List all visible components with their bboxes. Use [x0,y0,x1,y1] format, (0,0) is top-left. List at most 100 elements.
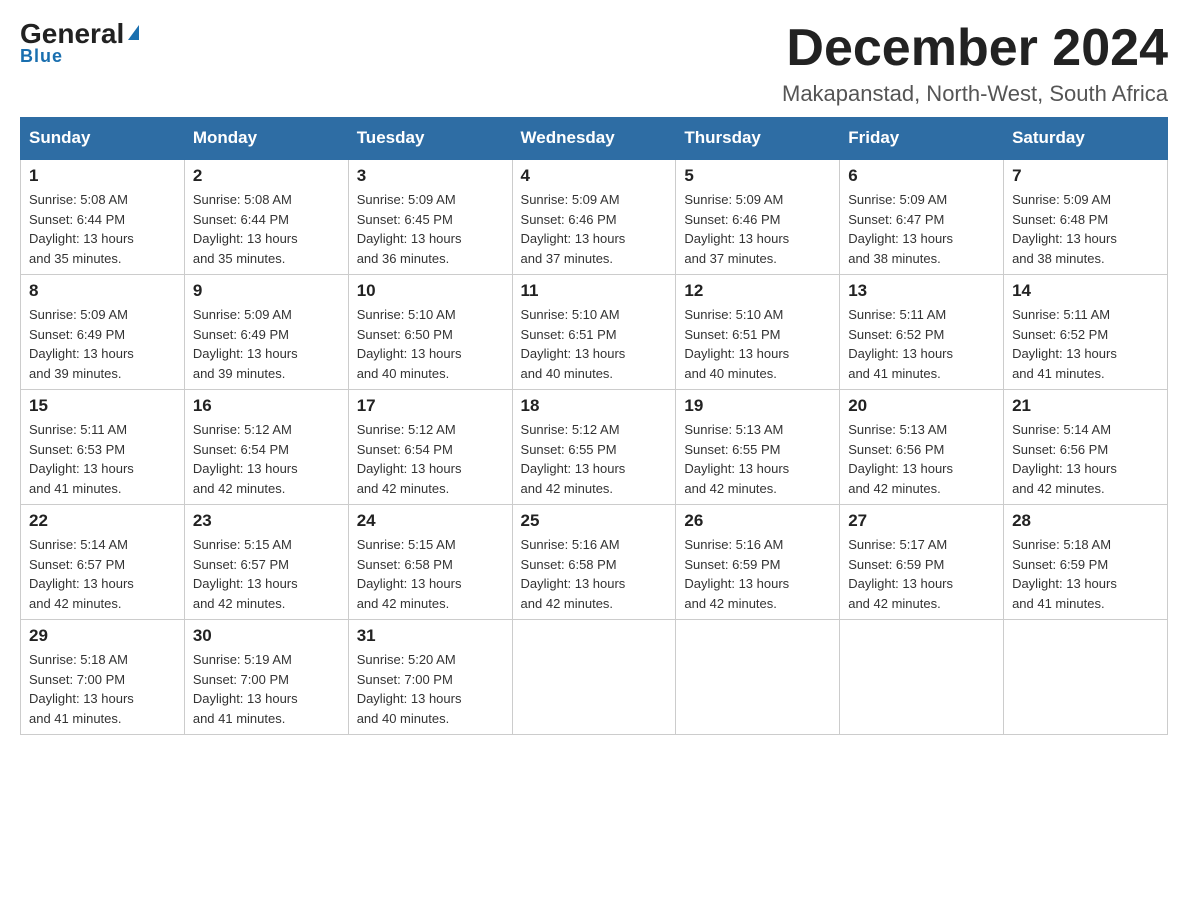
day-info: Sunrise: 5:09 AMSunset: 6:47 PMDaylight:… [848,192,953,266]
calendar-day-cell: 11 Sunrise: 5:10 AMSunset: 6:51 PMDaylig… [512,275,676,390]
day-number: 14 [1012,281,1159,301]
calendar-day-cell: 20 Sunrise: 5:13 AMSunset: 6:56 PMDaylig… [840,390,1004,505]
calendar-day-cell [512,620,676,735]
day-info: Sunrise: 5:12 AMSunset: 6:55 PMDaylight:… [521,422,626,496]
day-info: Sunrise: 5:19 AMSunset: 7:00 PMDaylight:… [193,652,298,726]
calendar-table: SundayMondayTuesdayWednesdayThursdayFrid… [20,117,1168,735]
page-title: December 2024 [782,20,1168,77]
day-info: Sunrise: 5:14 AMSunset: 6:56 PMDaylight:… [1012,422,1117,496]
day-info: Sunrise: 5:18 AMSunset: 7:00 PMDaylight:… [29,652,134,726]
logo-triangle-icon [128,25,139,40]
day-info: Sunrise: 5:15 AMSunset: 6:58 PMDaylight:… [357,537,462,611]
logo: General Blue [20,20,139,67]
calendar-day-cell: 7 Sunrise: 5:09 AMSunset: 6:48 PMDayligh… [1004,159,1168,275]
calendar-week-row: 22 Sunrise: 5:14 AMSunset: 6:57 PMDaylig… [21,505,1168,620]
day-number: 5 [684,166,831,186]
calendar-week-row: 8 Sunrise: 5:09 AMSunset: 6:49 PMDayligh… [21,275,1168,390]
day-info: Sunrise: 5:12 AMSunset: 6:54 PMDaylight:… [193,422,298,496]
day-info: Sunrise: 5:11 AMSunset: 6:53 PMDaylight:… [29,422,134,496]
day-number: 11 [521,281,668,301]
calendar-day-cell: 26 Sunrise: 5:16 AMSunset: 6:59 PMDaylig… [676,505,840,620]
day-info: Sunrise: 5:12 AMSunset: 6:54 PMDaylight:… [357,422,462,496]
day-number: 30 [193,626,340,646]
calendar-day-cell: 21 Sunrise: 5:14 AMSunset: 6:56 PMDaylig… [1004,390,1168,505]
day-number: 7 [1012,166,1159,186]
weekday-header-friday: Friday [840,118,1004,160]
day-number: 29 [29,626,176,646]
weekday-header-sunday: Sunday [21,118,185,160]
calendar-day-cell: 19 Sunrise: 5:13 AMSunset: 6:55 PMDaylig… [676,390,840,505]
logo-blue: Blue [20,46,63,67]
calendar-day-cell: 29 Sunrise: 5:18 AMSunset: 7:00 PMDaylig… [21,620,185,735]
calendar-day-cell: 3 Sunrise: 5:09 AMSunset: 6:45 PMDayligh… [348,159,512,275]
calendar-day-cell: 16 Sunrise: 5:12 AMSunset: 6:54 PMDaylig… [184,390,348,505]
weekday-header-tuesday: Tuesday [348,118,512,160]
calendar-day-cell: 31 Sunrise: 5:20 AMSunset: 7:00 PMDaylig… [348,620,512,735]
day-number: 20 [848,396,995,416]
day-info: Sunrise: 5:16 AMSunset: 6:58 PMDaylight:… [521,537,626,611]
calendar-day-cell [676,620,840,735]
day-info: Sunrise: 5:11 AMSunset: 6:52 PMDaylight:… [1012,307,1117,381]
day-number: 22 [29,511,176,531]
calendar-day-cell: 15 Sunrise: 5:11 AMSunset: 6:53 PMDaylig… [21,390,185,505]
day-info: Sunrise: 5:13 AMSunset: 6:55 PMDaylight:… [684,422,789,496]
weekday-header-monday: Monday [184,118,348,160]
calendar-day-cell: 18 Sunrise: 5:12 AMSunset: 6:55 PMDaylig… [512,390,676,505]
day-number: 1 [29,166,176,186]
page-header: General Blue December 2024 Makapanstad, … [20,20,1168,107]
day-info: Sunrise: 5:13 AMSunset: 6:56 PMDaylight:… [848,422,953,496]
day-number: 26 [684,511,831,531]
day-number: 10 [357,281,504,301]
day-info: Sunrise: 5:10 AMSunset: 6:51 PMDaylight:… [684,307,789,381]
day-info: Sunrise: 5:10 AMSunset: 6:50 PMDaylight:… [357,307,462,381]
day-number: 27 [848,511,995,531]
calendar-day-cell: 17 Sunrise: 5:12 AMSunset: 6:54 PMDaylig… [348,390,512,505]
calendar-day-cell: 9 Sunrise: 5:09 AMSunset: 6:49 PMDayligh… [184,275,348,390]
day-number: 12 [684,281,831,301]
day-info: Sunrise: 5:09 AMSunset: 6:45 PMDaylight:… [357,192,462,266]
calendar-day-cell: 28 Sunrise: 5:18 AMSunset: 6:59 PMDaylig… [1004,505,1168,620]
day-number: 18 [521,396,668,416]
day-number: 17 [357,396,504,416]
calendar-day-cell: 8 Sunrise: 5:09 AMSunset: 6:49 PMDayligh… [21,275,185,390]
day-number: 2 [193,166,340,186]
day-number: 28 [1012,511,1159,531]
day-info: Sunrise: 5:09 AMSunset: 6:48 PMDaylight:… [1012,192,1117,266]
day-number: 8 [29,281,176,301]
day-info: Sunrise: 5:15 AMSunset: 6:57 PMDaylight:… [193,537,298,611]
day-info: Sunrise: 5:09 AMSunset: 6:49 PMDaylight:… [193,307,298,381]
weekday-header-saturday: Saturday [1004,118,1168,160]
day-number: 4 [521,166,668,186]
calendar-day-cell: 12 Sunrise: 5:10 AMSunset: 6:51 PMDaylig… [676,275,840,390]
calendar-day-cell: 5 Sunrise: 5:09 AMSunset: 6:46 PMDayligh… [676,159,840,275]
day-info: Sunrise: 5:09 AMSunset: 6:49 PMDaylight:… [29,307,134,381]
day-info: Sunrise: 5:17 AMSunset: 6:59 PMDaylight:… [848,537,953,611]
day-number: 15 [29,396,176,416]
day-number: 31 [357,626,504,646]
weekday-header-thursday: Thursday [676,118,840,160]
day-info: Sunrise: 5:11 AMSunset: 6:52 PMDaylight:… [848,307,953,381]
calendar-day-cell [1004,620,1168,735]
day-info: Sunrise: 5:16 AMSunset: 6:59 PMDaylight:… [684,537,789,611]
calendar-day-cell: 25 Sunrise: 5:16 AMSunset: 6:58 PMDaylig… [512,505,676,620]
calendar-week-row: 1 Sunrise: 5:08 AMSunset: 6:44 PMDayligh… [21,159,1168,275]
calendar-day-cell [840,620,1004,735]
day-number: 13 [848,281,995,301]
calendar-day-cell: 2 Sunrise: 5:08 AMSunset: 6:44 PMDayligh… [184,159,348,275]
calendar-day-cell: 27 Sunrise: 5:17 AMSunset: 6:59 PMDaylig… [840,505,1004,620]
calendar-day-cell: 1 Sunrise: 5:08 AMSunset: 6:44 PMDayligh… [21,159,185,275]
calendar-day-cell: 22 Sunrise: 5:14 AMSunset: 6:57 PMDaylig… [21,505,185,620]
day-info: Sunrise: 5:20 AMSunset: 7:00 PMDaylight:… [357,652,462,726]
calendar-day-cell: 10 Sunrise: 5:10 AMSunset: 6:50 PMDaylig… [348,275,512,390]
day-info: Sunrise: 5:09 AMSunset: 6:46 PMDaylight:… [684,192,789,266]
day-number: 19 [684,396,831,416]
day-number: 16 [193,396,340,416]
weekday-header-wednesday: Wednesday [512,118,676,160]
calendar-week-row: 15 Sunrise: 5:11 AMSunset: 6:53 PMDaylig… [21,390,1168,505]
calendar-day-cell: 30 Sunrise: 5:19 AMSunset: 7:00 PMDaylig… [184,620,348,735]
day-number: 24 [357,511,504,531]
day-info: Sunrise: 5:09 AMSunset: 6:46 PMDaylight:… [521,192,626,266]
day-info: Sunrise: 5:18 AMSunset: 6:59 PMDaylight:… [1012,537,1117,611]
day-info: Sunrise: 5:10 AMSunset: 6:51 PMDaylight:… [521,307,626,381]
calendar-day-cell: 14 Sunrise: 5:11 AMSunset: 6:52 PMDaylig… [1004,275,1168,390]
